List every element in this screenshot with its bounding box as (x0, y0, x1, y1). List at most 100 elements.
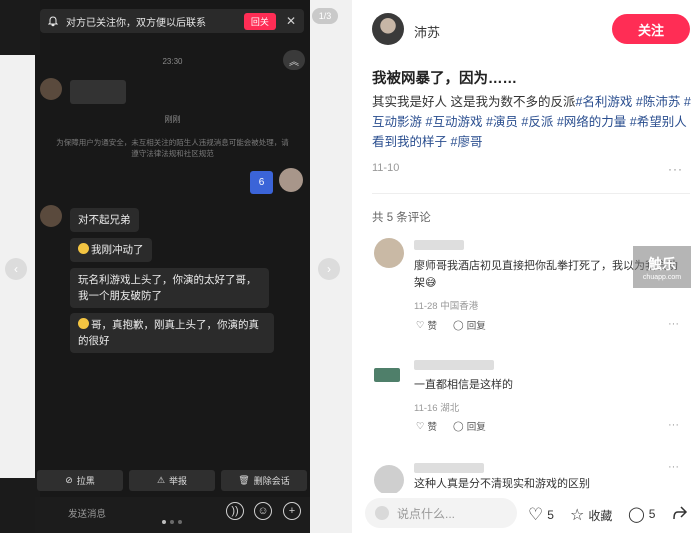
comment-meta: 11-16 湖北 (414, 403, 460, 414)
report-button[interactable]: ⚠ 举报 (129, 470, 215, 491)
chat-message: 我刚冲动了 (70, 238, 152, 262)
follow-button[interactable]: 关注 (612, 14, 690, 44)
favorite-button[interactable]: ☆ 收藏 (570, 505, 612, 525)
comment-icon: ◯ (628, 506, 645, 523)
author-avatar[interactable] (372, 13, 404, 45)
reply-icon: ◯ (453, 319, 464, 331)
block-icon: ⊘ (65, 475, 73, 485)
commenter-name[interactable] (414, 360, 494, 370)
comment-input[interactable]: 说点什么... (365, 498, 517, 528)
hashtag[interactable]: #廖哥 (451, 135, 483, 149)
chevron-right-icon[interactable]: › (318, 258, 340, 280)
plus-icon[interactable]: + (283, 502, 301, 520)
more-icon[interactable]: ··· (668, 162, 683, 176)
heart-icon: ♡ (416, 319, 425, 331)
page: 对方已关注你，双方便以后联系 回关 ✕ 1/3 ︽ 23:30 刚刚 为保障用户… (0, 0, 700, 533)
post-body: 其实我是好人 这是我为数不多的反派#名利游戏 #陈沛苏 #互动影游 #互动游戏 … (372, 92, 692, 152)
reply-label: 回复 (466, 422, 486, 433)
follow-notice: 对方已关注你，双方便以后联系 回关 ✕ (40, 9, 304, 33)
reply-label: 回复 (466, 321, 486, 332)
divider (372, 193, 690, 194)
comment-text: 一直都相信是这样的 (414, 379, 513, 391)
dark-corner (0, 0, 40, 55)
comment-button[interactable]: ◯ 5 (628, 505, 655, 523)
carousel-dot[interactable] (170, 520, 174, 524)
comment-count: 共 5 条评论 (372, 212, 431, 224)
more-icon[interactable]: ··· (668, 318, 679, 330)
chevron-left-icon[interactable]: ‹ (5, 258, 27, 280)
like-count: 5 (547, 508, 554, 522)
star-icon: ☆ (570, 507, 585, 524)
message-text: 玩名利游戏上头了，你演的太好了哥，我一个朋友破防了 (78, 274, 257, 302)
timestamp: 刚刚 (164, 115, 181, 124)
chat-message: 玩名利游戏上头了，你演的太好了哥，我一个朋友破防了 (70, 268, 269, 308)
hashtag[interactable]: #陈沛苏 (636, 95, 680, 109)
page-indicator: 1/3 (312, 8, 338, 24)
watermark-logo: 触乐 chuapp.com (633, 246, 691, 288)
message-text: 我刚冲动了 (91, 244, 144, 256)
comment-avatar[interactable] (374, 368, 400, 382)
notice-text: 对方已关注你，双方便以后联系 (66, 17, 206, 29)
bottom-bar: 说点什么... ♡ 5 ☆ 收藏 ◯ 5 (352, 493, 700, 533)
timestamp: 23:30 (162, 57, 183, 66)
watermark-url: chuapp.com (642, 273, 682, 281)
more-icon[interactable]: ··· (668, 461, 679, 473)
delete-chat-button[interactable]: 🗑 删除会话 (221, 470, 307, 491)
close-icon[interactable]: ✕ (286, 14, 296, 28)
post-panel: 沛苏 关注 我被网暴了，因为…… 其实我是好人 这是我为数不多的反派#名利游戏 … (352, 0, 700, 533)
hashtag[interactable]: #名利游戏 (575, 95, 632, 109)
like-label: 赞 (427, 321, 438, 332)
carousel-dot[interactable] (178, 520, 182, 524)
image-viewer: 对方已关注你，双方便以后联系 回关 ✕ 1/3 ︽ 23:30 刚刚 为保障用户… (0, 0, 352, 533)
like-button[interactable]: ♡ 赞 (416, 318, 438, 333)
comment-actions: ♡ 赞 ◯ 回复 (416, 419, 486, 434)
message-text: 哥，真抱歉，刚真上头了，你演的真的很好 (78, 319, 259, 347)
commenter-name[interactable] (414, 463, 484, 473)
report-label: 举报 (169, 476, 188, 486)
comment-placeholder: 说点什么... (397, 506, 456, 521)
favorite-label: 收藏 (588, 508, 613, 523)
heart-icon: ♡ (416, 420, 425, 432)
system-tip: 为保障用户为通安全，未互相关注的陌生人违规消息可能会被处理，请遵守法律法规和社区… (56, 138, 289, 158)
avatar (279, 168, 303, 192)
like-label: 赞 (427, 422, 438, 433)
comment-text: 这种人真是分不清现实和游戏的区别 (414, 478, 590, 490)
share-icon[interactable] (672, 505, 688, 521)
carousel-dot[interactable] (162, 520, 166, 524)
bell-icon (48, 15, 60, 27)
block-label: 拉黑 (76, 476, 95, 486)
hashtag[interactable]: #演员 (486, 115, 518, 129)
commenter-name[interactable] (414, 240, 464, 250)
reply-button[interactable]: ◯ 回复 (453, 318, 486, 333)
more-icon[interactable]: ··· (668, 419, 679, 431)
chat-input[interactable]: 发送消息 (68, 506, 106, 520)
like-button[interactable]: ♡ 5 (528, 505, 554, 525)
follow-back-button[interactable]: 回关 (243, 12, 276, 30)
post-date: 11-10 (372, 162, 400, 174)
comment-avatar[interactable] (374, 465, 404, 495)
author-name[interactable]: 沛苏 (414, 22, 440, 41)
like-button[interactable]: ♡ 赞 (416, 419, 438, 434)
comment-meta: 11-28 中国香港 (414, 301, 479, 312)
user-avatar (375, 506, 389, 520)
comment-count-bottom: 5 (648, 507, 656, 521)
emoji-icon (78, 318, 89, 329)
comment-actions: ♡ 赞 ◯ 回复 (416, 318, 486, 333)
voice-icon[interactable]: )) (226, 502, 244, 520)
heart-icon: ♡ (528, 505, 544, 524)
post-text: 其实我是好人 这是我为数不多的反派 (372, 95, 576, 109)
block-button[interactable]: ⊘ 拉黑 (37, 470, 123, 491)
hashtag[interactable]: #反派 (521, 115, 553, 129)
sent-message: 6 (250, 171, 273, 194)
hashtag[interactable]: #网络的力量 (557, 115, 626, 129)
comment-avatar[interactable] (374, 238, 404, 268)
emoji-button-icon[interactable]: ☺ (254, 502, 272, 520)
watermark-text: 触乐 (648, 255, 676, 272)
warning-icon: ⚠ (156, 475, 166, 485)
blurred-message (70, 80, 126, 104)
reply-button[interactable]: ◯ 回复 (453, 419, 486, 434)
chat-message: 哥，真抱歉，刚真上头了，你演的真的很好 (70, 313, 274, 353)
hashtag[interactable]: #互动游戏 (426, 115, 483, 129)
emoji-icon (78, 243, 89, 254)
delete-label: 删除会话 (253, 476, 290, 486)
